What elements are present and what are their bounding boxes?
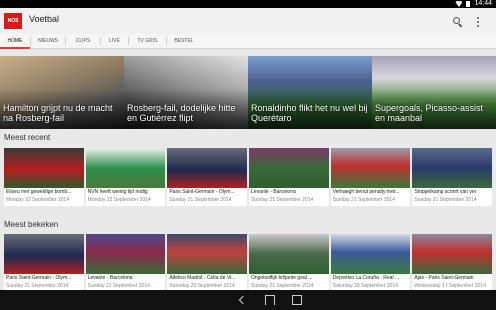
video-title: Ongelooflijk briljante goal ... bbox=[251, 275, 313, 281]
battery-icon bbox=[466, 1, 471, 7]
video-thumbnail bbox=[4, 148, 84, 188]
video-thumbnail bbox=[167, 234, 248, 274]
status-clock: 14:44 bbox=[474, 0, 492, 7]
video-thumbnail bbox=[330, 148, 411, 188]
video-date: Sunday 21 September 2014 bbox=[251, 283, 314, 289]
hero-card[interactable]: Rosberg-fail, dodelijke hitte en Gutiérr… bbox=[124, 56, 248, 129]
section-title-recent: Meest recent bbox=[4, 133, 51, 142]
section-title-viewed: Meest bekeken bbox=[4, 220, 59, 229]
video-card[interactable]: Eliseu met geweldige bomb... Monday 22 S… bbox=[4, 148, 84, 206]
tab-bestel[interactable]: BESTEL bbox=[167, 34, 201, 48]
hero-card[interactable]: Supergoals, Picasso-assist en maanbal bbox=[372, 56, 496, 129]
home-icon[interactable] bbox=[265, 295, 275, 305]
video-card[interactable]: Verhaegh benut penalty met... Sunday 21 … bbox=[330, 148, 411, 206]
video-card[interactable]: Ongelooflijk briljante goal ... Sunday 2… bbox=[249, 234, 329, 292]
video-title: Paris Saint-Germain - Olym... bbox=[169, 189, 235, 195]
video-date: Wednesday 17 September 2014 bbox=[414, 283, 486, 289]
tab-nieuws[interactable]: NIEUWS bbox=[31, 34, 65, 48]
video-date: Sunday 21 September 2014 bbox=[332, 197, 395, 203]
recent-apps-icon[interactable] bbox=[292, 295, 302, 305]
video-date: Sunday 21 September 2014 bbox=[169, 197, 232, 203]
app-bar: NOS Voetbal bbox=[0, 8, 496, 34]
tab-clips[interactable]: CLIPS bbox=[66, 34, 100, 48]
video-card[interactable]: NVN heeft weinig tijd nodig Monday 22 Se… bbox=[85, 148, 166, 206]
hero-caption: Ronaldinho flikt het nu wel bij Querétar… bbox=[251, 103, 368, 123]
video-title: Levante - Barcelona bbox=[87, 275, 133, 281]
viewed-row: Paris Saint-Germain - Olym... Sunday 21 … bbox=[4, 234, 493, 292]
tab-bar: HOME NIEUWS CLIPS LIVE TV GIDS BESTEL bbox=[0, 34, 496, 49]
video-card[interactable]: Paris Saint-Germain - Olym... Sunday 21 … bbox=[167, 148, 248, 206]
video-thumbnail bbox=[330, 234, 411, 274]
video-date: Saturday 20 September 2014 bbox=[332, 283, 399, 289]
hero-card[interactable]: Hamilton grijpt nu de macht na Rosberg-f… bbox=[0, 56, 124, 129]
video-thumbnail bbox=[249, 148, 329, 188]
video-thumbnail bbox=[167, 148, 248, 188]
video-card[interactable]: Paris Saint-Germain - Olym... Sunday 21 … bbox=[4, 234, 84, 292]
video-thumbnail bbox=[412, 148, 493, 188]
video-thumbnail bbox=[85, 234, 166, 274]
video-date: Monday 22 September 2014 bbox=[87, 197, 151, 203]
video-date: Sunday 21 September 2014 bbox=[251, 197, 314, 203]
wifi-icon bbox=[455, 1, 463, 7]
app-logo[interactable]: NOS bbox=[4, 13, 22, 29]
app-title: Voetbal bbox=[29, 14, 60, 24]
video-thumbnail bbox=[249, 234, 329, 274]
status-bar: 14:44 bbox=[0, 0, 496, 8]
system-nav-bar bbox=[0, 290, 496, 310]
hero-caption: Supergoals, Picasso-assist en maanbal bbox=[375, 103, 484, 123]
hero-carousel: Hamilton grijpt nu de macht na Rosberg-f… bbox=[0, 56, 496, 129]
video-title: NVN heeft weinig tijd nodig bbox=[87, 189, 148, 195]
video-title: Verhaegh benut penalty met... bbox=[332, 189, 400, 195]
video-title: Stoppelkamp scoort van ver bbox=[414, 189, 477, 195]
search-icon[interactable] bbox=[452, 16, 464, 28]
video-card[interactable]: Deportivo La Coruña - Real ... Saturday … bbox=[330, 234, 411, 292]
hero-caption: Hamilton grijpt nu de macht na Rosberg-f… bbox=[3, 103, 113, 123]
video-title: Ajax - Paris Saint-Germain bbox=[414, 275, 474, 281]
video-card[interactable]: Levante - Barcelona Sunday 21 September … bbox=[249, 148, 329, 206]
video-thumbnail bbox=[4, 234, 84, 274]
tab-live[interactable]: LIVE bbox=[101, 34, 128, 48]
hero-card[interactable]: Ronaldinho flikt het nu wel bij Querétar… bbox=[248, 56, 372, 129]
video-date: Monday 22 September 2014 bbox=[6, 197, 70, 203]
video-card[interactable]: Levante - Barcelona Sunday 21 September … bbox=[85, 234, 166, 292]
video-date: Saturday 20 September 2014 bbox=[169, 283, 235, 289]
video-date: Sunday 21 September 2014 bbox=[414, 197, 477, 203]
overflow-menu-icon[interactable] bbox=[475, 16, 481, 28]
video-card[interactable]: Atletico Madrid - Celta de Vi... Saturda… bbox=[167, 234, 248, 292]
video-date: Sunday 21 September 2014 bbox=[87, 283, 150, 289]
recent-row: Eliseu met geweldige bomb... Monday 22 S… bbox=[4, 148, 493, 206]
video-card[interactable]: Ajax - Paris Saint-Germain Wednesday 17 … bbox=[412, 234, 493, 292]
video-title: Levante - Barcelona bbox=[251, 189, 296, 195]
video-card[interactable]: Stoppelkamp scoort van ver Sunday 21 Sep… bbox=[412, 148, 493, 206]
video-title: Paris Saint-Germain - Olym... bbox=[6, 275, 72, 281]
video-title: Eliseu met geweldige bomb... bbox=[6, 189, 72, 195]
video-title: Atletico Madrid - Celta de Vi... bbox=[169, 275, 236, 281]
tab-tv-gids[interactable]: TV GIDS bbox=[129, 34, 166, 48]
back-icon[interactable] bbox=[238, 295, 248, 305]
hero-caption: Rosberg-fail, dodelijke hitte en Gutiérr… bbox=[127, 103, 236, 123]
tab-home[interactable]: HOME bbox=[0, 34, 30, 49]
video-title: Deportivo La Coruña - Real ... bbox=[332, 275, 400, 281]
video-thumbnail bbox=[85, 148, 166, 188]
video-date: Sunday 21 September 2014 bbox=[6, 283, 69, 289]
video-thumbnail bbox=[412, 234, 493, 274]
